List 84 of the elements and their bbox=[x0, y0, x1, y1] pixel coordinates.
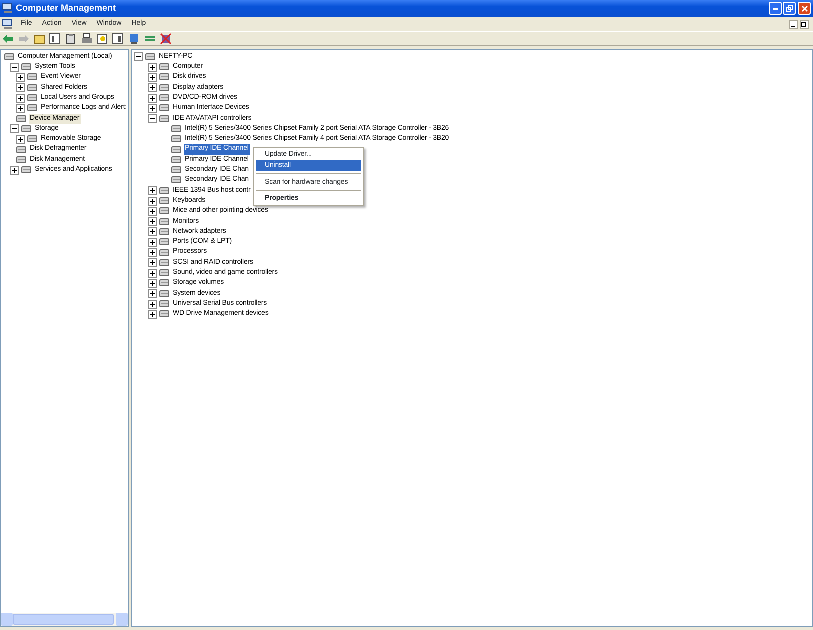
minimize-icon bbox=[772, 8, 778, 10]
computer-icon bbox=[2, 3, 14, 14]
pane-icon[interactable] bbox=[112, 32, 124, 44]
device-icon bbox=[171, 124, 182, 134]
expand-icon[interactable] bbox=[148, 248, 157, 258]
device-icon bbox=[27, 103, 38, 114]
collapse-icon[interactable] bbox=[148, 114, 157, 124]
expand-icon[interactable] bbox=[148, 227, 157, 236]
device-icon bbox=[159, 248, 170, 258]
device-icon bbox=[27, 72, 38, 82]
printer-icon[interactable] bbox=[80, 32, 93, 44]
back-icon[interactable] bbox=[2, 32, 14, 44]
device-icon bbox=[159, 72, 170, 82]
device-icon bbox=[159, 288, 170, 299]
device-icon bbox=[159, 299, 170, 310]
device-icon bbox=[159, 103, 170, 114]
expand-icon[interactable] bbox=[148, 196, 157, 206]
window-title: Computer Management bbox=[16, 2, 118, 15]
expand-icon[interactable] bbox=[148, 310, 157, 319]
disable-icon[interactable] bbox=[160, 32, 172, 44]
expand-icon[interactable] bbox=[16, 134, 25, 144]
device-icon bbox=[159, 237, 170, 248]
device-icon bbox=[27, 93, 38, 104]
device-icon bbox=[16, 144, 27, 155]
device-icon bbox=[159, 206, 170, 216]
device-icon bbox=[159, 62, 170, 72]
device-icon bbox=[21, 124, 32, 134]
device-icon bbox=[16, 154, 27, 165]
expand-icon[interactable] bbox=[148, 300, 157, 309]
device-icon bbox=[27, 82, 38, 93]
device-icon bbox=[159, 226, 170, 237]
collapse-icon[interactable] bbox=[134, 52, 143, 62]
expand-icon[interactable] bbox=[16, 83, 25, 92]
device-icon bbox=[171, 154, 182, 165]
panel-icon[interactable] bbox=[49, 32, 62, 44]
expand-icon[interactable] bbox=[16, 104, 25, 113]
device-icon bbox=[171, 165, 182, 176]
device-icon bbox=[159, 114, 170, 124]
device-icon bbox=[159, 258, 170, 268]
device-icon bbox=[21, 165, 32, 176]
device-icon bbox=[171, 175, 182, 186]
expand-icon[interactable] bbox=[10, 166, 19, 175]
expand-icon[interactable] bbox=[148, 104, 157, 113]
collapse-icon[interactable] bbox=[10, 124, 19, 134]
computer-icon bbox=[2, 18, 14, 30]
close-icon bbox=[802, 6, 808, 12]
device-icon bbox=[159, 186, 170, 196]
expand-icon[interactable] bbox=[16, 94, 25, 103]
expand-icon[interactable] bbox=[148, 278, 157, 288]
device-icon bbox=[159, 82, 170, 93]
expand-icon[interactable] bbox=[148, 238, 157, 247]
expand-icon[interactable] bbox=[148, 72, 157, 82]
properties-icon[interactable] bbox=[65, 32, 77, 44]
expand-icon[interactable] bbox=[148, 258, 157, 268]
expand-icon[interactable] bbox=[148, 94, 157, 103]
expand-icon[interactable] bbox=[148, 268, 157, 278]
device-icon bbox=[159, 216, 170, 227]
device-icon bbox=[145, 52, 156, 62]
device-icon bbox=[159, 93, 170, 104]
device-icon bbox=[27, 134, 38, 144]
scrollbar[interactable] bbox=[1, 613, 128, 626]
close-button[interactable] bbox=[798, 2, 811, 15]
minimize-button[interactable] bbox=[768, 2, 782, 15]
expand-icon[interactable] bbox=[148, 206, 157, 216]
device-icon bbox=[171, 144, 182, 155]
expand-icon[interactable] bbox=[16, 72, 25, 82]
restore-button[interactable] bbox=[783, 2, 796, 15]
device-icon bbox=[171, 134, 182, 144]
expand-icon[interactable] bbox=[148, 217, 157, 226]
expand-icon[interactable] bbox=[148, 186, 157, 196]
folder-icon[interactable] bbox=[34, 32, 46, 44]
device-icon bbox=[159, 196, 170, 206]
device-icon bbox=[159, 309, 170, 320]
device-icon bbox=[21, 62, 32, 72]
device-icon bbox=[4, 52, 15, 62]
expand-icon[interactable] bbox=[148, 62, 157, 72]
minimize-icon[interactable] bbox=[789, 20, 798, 28]
expand-icon[interactable] bbox=[148, 83, 157, 92]
device-icon bbox=[159, 268, 170, 278]
device-icon bbox=[159, 278, 170, 288]
device-icon bbox=[16, 114, 27, 124]
monitor-icon[interactable] bbox=[128, 32, 140, 44]
collapse-icon[interactable] bbox=[10, 62, 19, 72]
expand-icon[interactable] bbox=[148, 289, 157, 298]
